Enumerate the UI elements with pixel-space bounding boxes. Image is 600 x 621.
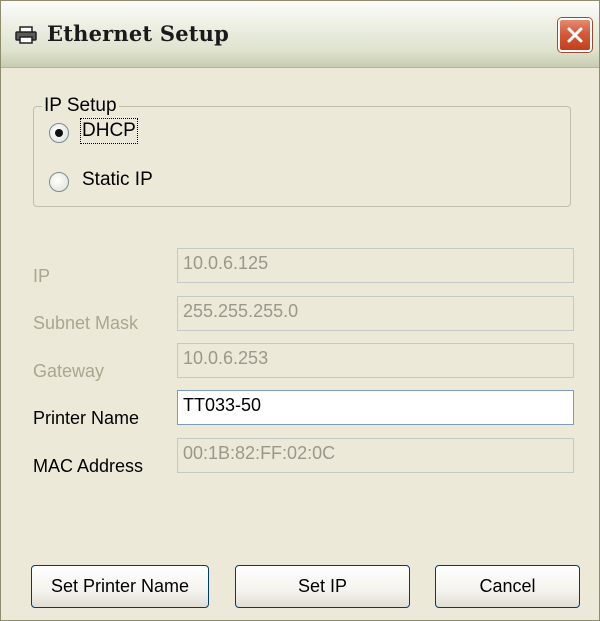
cancel-button[interactable]: Cancel [435,565,580,608]
static-ip-radio[interactable] [49,172,69,192]
ip-field[interactable]: 10.0.6.125 [177,248,574,283]
title-bar[interactable]: Ethernet Setup [1,1,599,68]
gateway-label: Gateway [33,361,105,381]
printer-icon [15,26,37,44]
printer-name-field[interactable]: TT033-50 [177,390,574,425]
set-printer-name-button[interactable]: Set Printer Name [31,565,209,608]
dhcp-label[interactable]: DHCP [80,118,138,144]
mac-address-label: MAC Address [33,456,144,476]
subnet-mask-label: Subnet Mask [33,313,139,333]
ethernet-setup-dialog: Ethernet Setup IP Setup DHCP Static IP I… [0,0,600,621]
subnet-mask-field[interactable]: 255.255.255.0 [177,296,574,331]
close-icon [567,27,583,43]
window-title: Ethernet Setup [47,21,230,46]
dhcp-radio[interactable] [49,123,69,143]
close-button[interactable] [558,18,592,52]
printer-name-label: Printer Name [33,408,140,428]
ip-label: IP [33,266,51,286]
static-ip-label[interactable]: Static IP [82,169,153,191]
ip-setup-legend: IP Setup [44,95,117,116]
mac-address-field[interactable]: 00:1B:82:FF:02:0C [177,438,574,473]
gateway-field[interactable]: 10.0.6.253 [177,343,574,378]
set-ip-button[interactable]: Set IP [235,565,410,608]
